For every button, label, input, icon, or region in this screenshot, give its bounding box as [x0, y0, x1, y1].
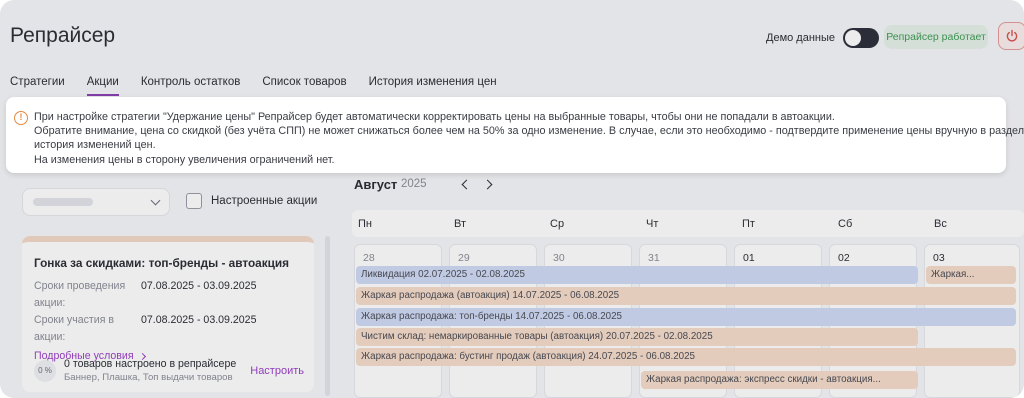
calendar-month: Август	[354, 177, 398, 192]
weekday-wed: Ср	[550, 218, 565, 230]
prev-month-icon[interactable]	[461, 179, 472, 190]
power-icon	[1006, 29, 1018, 42]
promo-list-scrollbar[interactable]	[325, 236, 330, 396]
calendar-event-bar[interactable]: Чистим склад: немаркированные товары (ав…	[356, 328, 918, 346]
day-number: 03	[933, 252, 945, 264]
tab-promotions[interactable]: Акции	[86, 76, 119, 96]
repricer-status-badge[interactable]: Репрайсер работает	[884, 25, 988, 49]
power-button[interactable]	[998, 22, 1024, 50]
tab-stock-control[interactable]: Контроль остатков	[141, 76, 241, 96]
day-number: 30	[553, 252, 565, 264]
notice-line: На изменения цены в сторону увеличения о…	[34, 153, 335, 166]
notice-line: история изменений цен.	[34, 139, 156, 152]
weekday-tue: Вт	[454, 218, 467, 230]
promo-period-value: 07.08.2025 - 03.09.2025	[141, 280, 257, 292]
repricer-page: Репрайсер Демо данные Репрайсер работает…	[0, 0, 1024, 398]
tab-strategies[interactable]: Стратегии	[10, 76, 65, 96]
next-month-icon[interactable]	[482, 179, 493, 190]
configured-promos-label: Настроенные акции	[211, 195, 318, 207]
configured-promos-filter[interactable]: Настроенные акции	[186, 193, 317, 209]
promo-participation-label: Сроки участия в акции:	[34, 314, 115, 343]
configured-percent-badge: 0 %	[34, 359, 56, 382]
day-number: 28	[363, 252, 375, 264]
tab-price-history[interactable]: История изменения цен	[369, 76, 497, 96]
promo-card[interactable]: Гонка за скидками: топ-бренды - автоакци…	[22, 236, 314, 392]
day-number: 29	[458, 252, 470, 264]
weekday-sun: Вс	[934, 218, 947, 230]
promo-participation-value: 07.08.2025 - 03.09.2025	[141, 314, 257, 326]
price-strategy-notice: ! При настройке стратегии "Удержание цен…	[6, 97, 1024, 173]
calendar-event-bar[interactable]: Жаркая распродажа (автоакция) 14.07.2025…	[356, 287, 1016, 305]
configured-promos-checkbox[interactable]	[186, 193, 202, 209]
calendar-event-bar[interactable]: Жаркая...	[926, 266, 1016, 284]
calendar-year: 2025	[401, 178, 427, 190]
promo-footer: 0 % 0 товаров настроено в репрайсере Бан…	[34, 358, 304, 383]
main-tabs: Стратегии Акции Контроль остатков Список…	[10, 76, 519, 96]
configure-button[interactable]: Настроить	[250, 365, 304, 377]
notice-line: Обратите внимание, цена со скидкой (без …	[34, 125, 1024, 138]
weekday-sat: Сб	[838, 218, 853, 230]
weekday-fri: Пт	[742, 218, 755, 230]
promo-participation-row: Сроки участия в акции: 07.08.2025 - 03.0…	[34, 312, 302, 346]
calendar-event-bar[interactable]: Жаркая распродажа: экспресс скидки - авт…	[641, 371, 918, 389]
demo-data-control: Демо данные	[766, 28, 880, 48]
promo-period-row: Сроки проведения акции: 07.08.2025 - 03.…	[34, 278, 302, 312]
demo-data-label: Демо данные	[766, 32, 836, 44]
warning-icon: !	[14, 111, 28, 125]
calendar-event-bar[interactable]: Ликвидация 02.07.2025 - 02.08.2025	[356, 266, 918, 284]
configured-count-text: 0 товаров настроено в репрайсере	[64, 358, 237, 370]
page-title: Репрайсер	[10, 24, 116, 47]
day-number: 01	[743, 252, 755, 264]
chevron-down-icon	[150, 195, 161, 206]
promo-footer-text: 0 товаров настроено в репрайсере Баннер,…	[64, 358, 250, 383]
promo-filter-select[interactable]	[22, 188, 170, 216]
calendar-weekday-header: Пн Вт Ср Чт Пт Сб Вс	[352, 210, 1024, 237]
day-number: 31	[648, 252, 660, 264]
promo-title: Гонка за скидками: топ-бренды - автоакци…	[34, 256, 290, 270]
filter-selected-value	[33, 198, 93, 206]
day-number: 02	[838, 252, 850, 264]
calendar-event-bar[interactable]: Жаркая распродажа: топ-бренды 14.07.2025…	[356, 308, 1016, 326]
calendar-event-bar[interactable]: Жаркая распродажа: бустинг продаж (автоа…	[356, 348, 1016, 366]
toggle-knob	[845, 30, 862, 46]
notice-line: При настройке стратегии "Удержание цены"…	[34, 111, 835, 123]
demo-data-toggle[interactable]	[843, 28, 880, 48]
weekday-thu: Чт	[646, 218, 659, 230]
tab-product-list[interactable]: Список товаров	[262, 76, 346, 96]
promo-placements-text: Баннер, Плашка, Топ выдачи товаров	[64, 372, 233, 383]
weekday-mon: Пн	[358, 218, 372, 230]
promo-period-label: Сроки проведения акции:	[34, 280, 126, 309]
